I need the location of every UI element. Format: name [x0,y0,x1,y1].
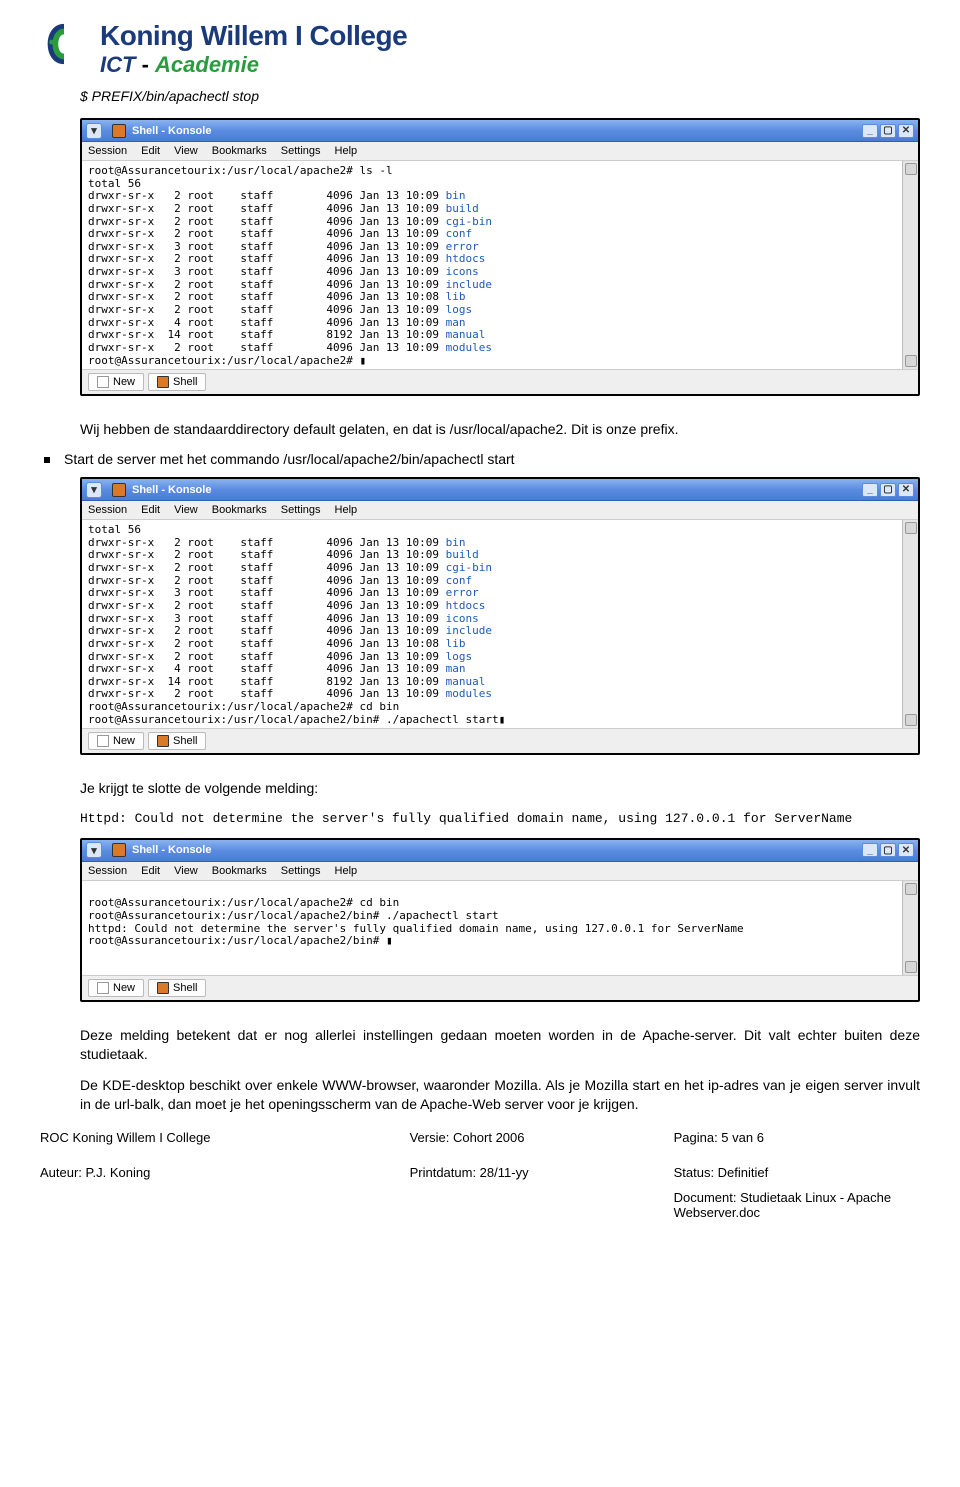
konsole-menubar: Session Edit View Bookmarks Settings Hel… [82,142,918,161]
konsole-tabbar: New Shell [82,975,918,1000]
minimize-button[interactable]: _ [862,124,878,138]
minimize-button[interactable]: _ [862,843,878,857]
shell-tab-icon [157,982,169,994]
paragraph-prefix: Wij hebben de standaarddirectory default… [80,420,920,439]
maximize-button[interactable]: ▢ [880,124,896,138]
bullet-text: Start de server met het commando /usr/lo… [64,451,515,467]
page-footer: ROC Koning Willem I College Versie: Coho… [40,1126,920,1224]
konsole-titlebar[interactable]: ▾ Shell - Konsole _ ▢ ✕ [82,840,918,862]
konsole-menubar: Session Edit View Bookmarks Settings Hel… [82,862,918,881]
tab-shell[interactable]: Shell [148,732,206,750]
menu-edit[interactable]: Edit [141,504,160,516]
new-tab-icon [97,376,109,388]
menu-bookmarks[interactable]: Bookmarks [212,504,267,516]
konsole-app-icon [112,483,126,497]
tab-shell[interactable]: Shell [148,979,206,997]
menu-settings[interactable]: Settings [281,504,321,516]
menu-bookmarks[interactable]: Bookmarks [212,145,267,157]
window-title: Shell - Konsole [132,125,862,137]
menu-view[interactable]: View [174,145,198,157]
scrollbar[interactable] [902,161,918,369]
konsole-app-icon [112,843,126,857]
menu-view[interactable]: View [174,865,198,877]
window-title: Shell - Konsole [132,844,862,856]
shell-tab-icon [157,735,169,747]
scroll-down-icon[interactable] [905,714,917,726]
konsole-titlebar[interactable]: ▾ Shell - Konsole _ ▢ ✕ [82,120,918,142]
konsole-window-3: ▾ Shell - Konsole _ ▢ ✕ Session Edit Vie… [80,838,920,1002]
menu-help[interactable]: Help [335,865,358,877]
paragraph-kde: De KDE-desktop beschikt over enkele WWW-… [80,1076,920,1114]
footer-status-doc: Status: Definitief Document: Studietaak … [674,1161,920,1224]
footer-printdate: Printdatum: 28/11-yy [410,1161,674,1224]
close-button[interactable]: ✕ [898,483,914,497]
scroll-up-icon[interactable] [905,522,917,534]
tab-new[interactable]: New [88,979,144,997]
menu-edit[interactable]: Edit [141,145,160,157]
window-menu-icon[interactable]: ▾ [86,482,102,498]
scroll-down-icon[interactable] [905,961,917,973]
tab-new[interactable]: New [88,373,144,391]
footer-page: Pagina: 5 van 6 [674,1126,920,1149]
konsole-window-1: ▾ Shell - Konsole _ ▢ ✕ Session Edit Vie… [80,118,920,396]
httpd-message: Httpd: Could not determine the server's … [80,810,920,828]
menu-session[interactable]: Session [88,504,127,516]
new-tab-icon [97,735,109,747]
logo-subtitle: ICT - Academie [100,52,407,78]
menu-settings[interactable]: Settings [281,145,321,157]
footer-org: ROC Koning Willem I College [40,1126,410,1149]
konsole-menubar: Session Edit View Bookmarks Settings Hel… [82,501,918,520]
terminal-output[interactable]: total 56 drwxr-sr-x 2 root staff 4096 Ja… [82,520,902,728]
terminal-output[interactable]: root@Assurancetourix:/usr/local/apache2#… [82,881,902,975]
window-title: Shell - Konsole [132,484,862,496]
maximize-button[interactable]: ▢ [880,483,896,497]
window-menu-icon[interactable]: ▾ [86,123,102,139]
footer-author: Auteur: P.J. Koning [40,1161,410,1224]
terminal-output[interactable]: root@Assurancetourix:/usr/local/apache2#… [82,161,902,369]
close-button[interactable]: ✕ [898,843,914,857]
konsole-window-2: ▾ Shell - Konsole _ ▢ ✕ Session Edit Vie… [80,477,920,755]
menu-session[interactable]: Session [88,145,127,157]
shell-tab-icon [157,376,169,388]
command-stop: $ PREFIX/bin/apachectl stop [80,88,920,104]
bullet-icon [44,457,50,463]
scroll-up-icon[interactable] [905,163,917,175]
bullet-start-server: Start de server met het commando /usr/lo… [40,451,920,467]
footer-version: Versie: Cohort 2006 [410,1126,674,1149]
logo-title: Koning Willem I College [100,20,407,52]
scrollbar[interactable] [902,520,918,728]
paragraph-melding: Deze melding betekent dat er nog allerle… [80,1026,920,1064]
scroll-down-icon[interactable] [905,355,917,367]
konsole-tabbar: New Shell [82,369,918,394]
scroll-up-icon[interactable] [905,883,917,895]
konsole-app-icon [112,124,126,138]
new-tab-icon [97,982,109,994]
menu-help[interactable]: Help [335,145,358,157]
menu-session[interactable]: Session [88,865,127,877]
menu-edit[interactable]: Edit [141,865,160,877]
minimize-button[interactable]: _ [862,483,878,497]
menu-help[interactable]: Help [335,504,358,516]
menu-bookmarks[interactable]: Bookmarks [212,865,267,877]
page-logo: Koning Willem I College ICT - Academie [40,20,920,78]
konsole-titlebar[interactable]: ▾ Shell - Konsole _ ▢ ✕ [82,479,918,501]
window-menu-icon[interactable]: ▾ [86,842,102,858]
menu-settings[interactable]: Settings [281,865,321,877]
paragraph-slotte: Je krijgt te slotte de volgende melding: [80,779,920,798]
tab-shell[interactable]: Shell [148,373,206,391]
close-button[interactable]: ✕ [898,124,914,138]
konsole-tabbar: New Shell [82,728,918,753]
scrollbar[interactable] [902,881,918,975]
maximize-button[interactable]: ▢ [880,843,896,857]
college-logo-icon [40,20,88,68]
menu-view[interactable]: View [174,504,198,516]
tab-new[interactable]: New [88,732,144,750]
